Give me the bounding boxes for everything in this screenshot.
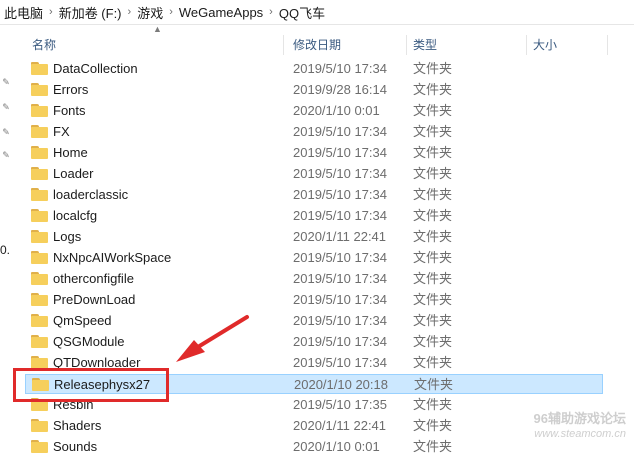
annotation-arrow: [176, 315, 249, 362]
watermark-text: 96辅助游戏论坛: [533, 411, 626, 426]
watermark-url: www.steamcom.cn: [534, 428, 626, 440]
